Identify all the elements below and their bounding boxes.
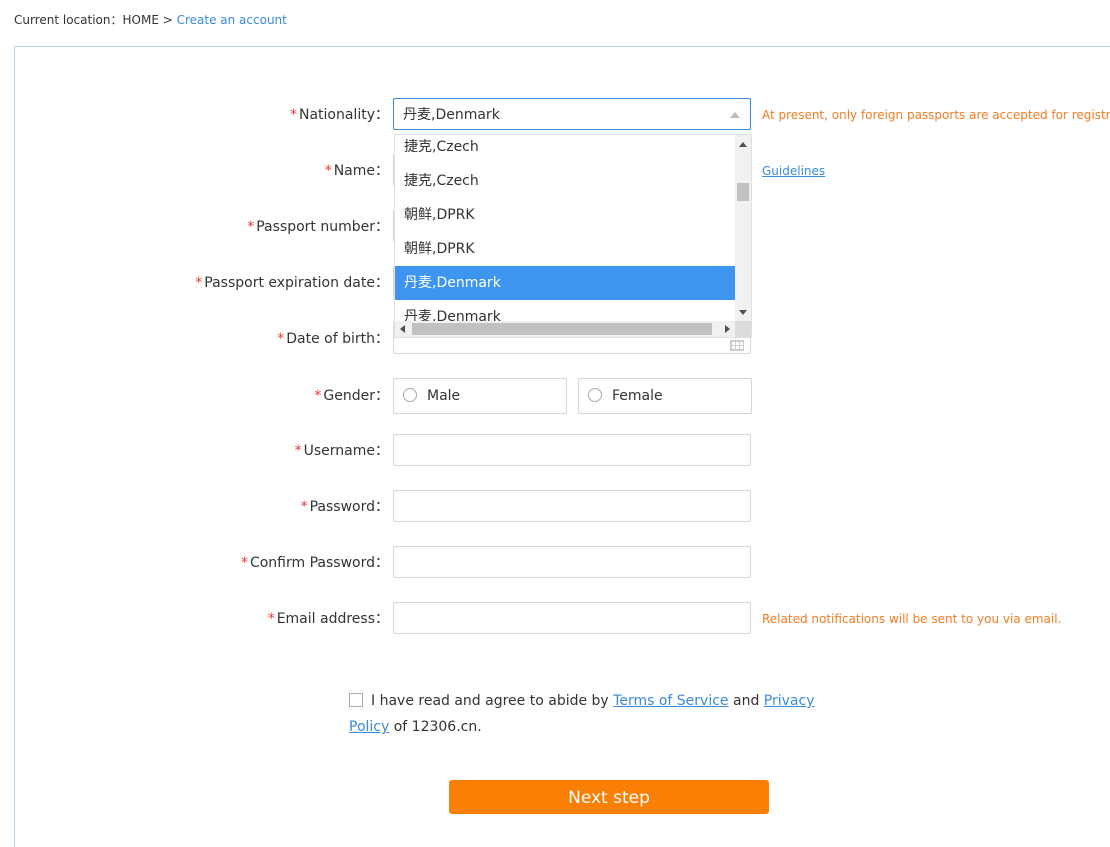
nationality-dropdown-list[interactable]: 捷克,Czech 捷克,Czech 朝鲜,DPRK 朝鲜,DPRK 丹麦,Den… xyxy=(394,134,752,338)
vertical-scroll-thumb[interactable] xyxy=(737,183,749,201)
date-of-birth-label: * Date of birth： xyxy=(277,331,389,347)
breadcrumb-prefix: Current location： xyxy=(14,13,123,27)
email-row: * Email address： Related notifications wi… xyxy=(0,602,1110,636)
password-row: * Password： xyxy=(0,490,1110,524)
dropdown-vertical-scrollbar[interactable] xyxy=(735,135,751,321)
scroll-up-arrow-icon[interactable] xyxy=(739,142,747,147)
username-label: * Username： xyxy=(294,443,389,459)
female-radio[interactable] xyxy=(588,388,602,402)
nationality-select[interactable]: 丹麦,Denmark xyxy=(393,98,751,130)
nationality-option[interactable]: 捷克,Czech xyxy=(395,135,736,164)
nationality-label: * Nationality： xyxy=(289,107,389,123)
email-hint: Related notifications will be sent to yo… xyxy=(762,612,1062,626)
agreement-suffix: of 12306.cn. xyxy=(389,719,482,735)
nationality-row: * Nationality： 丹麦,Denmark At present, onl… xyxy=(0,98,1110,132)
gender-label: * Gender： xyxy=(314,388,389,404)
female-label: Female xyxy=(612,388,663,404)
terms-of-service-link[interactable]: Terms of Service xyxy=(613,693,728,709)
passport-expiration-label: * Passport expiration date： xyxy=(195,275,389,291)
passport-number-label: * Passport number： xyxy=(247,219,389,235)
breadcrumb: Current location：HOME > Create an accoun… xyxy=(14,11,287,28)
confirm-password-label: * Confirm Password： xyxy=(240,555,389,571)
breadcrumb-home[interactable]: HOME xyxy=(123,13,159,27)
agreement-and: and xyxy=(728,693,764,709)
nationality-option[interactable]: 朝鲜,DPRK xyxy=(395,198,736,232)
scrollbar-corner xyxy=(735,321,751,337)
username-input[interactable] xyxy=(393,434,751,466)
gender-female-option[interactable]: Female xyxy=(578,378,752,414)
agreement-checkbox[interactable] xyxy=(349,693,363,707)
breadcrumb-separator: > xyxy=(158,13,177,27)
nationality-value: 丹麦,Denmark xyxy=(403,107,500,123)
gender-row: * Gender： Male Female xyxy=(0,378,1110,414)
name-label: * Name： xyxy=(324,163,389,179)
username-row: * Username： xyxy=(0,434,1110,468)
email-label: * Email address： xyxy=(267,611,389,627)
nationality-option[interactable]: 捷克,Czech xyxy=(395,164,736,198)
nationality-option-selected[interactable]: 丹麦,Denmark xyxy=(395,266,736,300)
scroll-down-arrow-icon[interactable] xyxy=(739,310,747,315)
nationality-option[interactable]: 朝鲜,DPRK xyxy=(395,232,736,266)
password-input[interactable] xyxy=(393,490,751,522)
breadcrumb-current: Create an account xyxy=(176,13,287,27)
dropdown-horizontal-scrollbar[interactable] xyxy=(395,321,736,337)
nationality-hint: At present, only foreign passports are a… xyxy=(762,108,1110,122)
guidelines-link[interactable]: Guidelines xyxy=(762,154,825,188)
scroll-right-arrow-icon[interactable] xyxy=(725,325,730,333)
agreement-text: I have read and agree to abide by xyxy=(371,693,614,709)
male-radio[interactable] xyxy=(403,388,417,402)
confirm-password-row: * Confirm Password： xyxy=(0,546,1110,580)
chevron-up-icon xyxy=(730,112,740,118)
password-label: * Password： xyxy=(300,499,389,515)
horizontal-scroll-thumb[interactable] xyxy=(412,323,712,335)
confirm-password-input[interactable] xyxy=(393,546,751,578)
calendar-icon[interactable] xyxy=(730,340,744,351)
email-input[interactable] xyxy=(393,602,751,634)
scroll-left-arrow-icon[interactable] xyxy=(400,325,405,333)
gender-male-option[interactable]: Male xyxy=(393,378,567,414)
agreement: I have read and agree to abide by Terms … xyxy=(349,688,849,740)
next-step-button[interactable]: Next step xyxy=(449,780,769,814)
male-label: Male xyxy=(427,388,461,404)
